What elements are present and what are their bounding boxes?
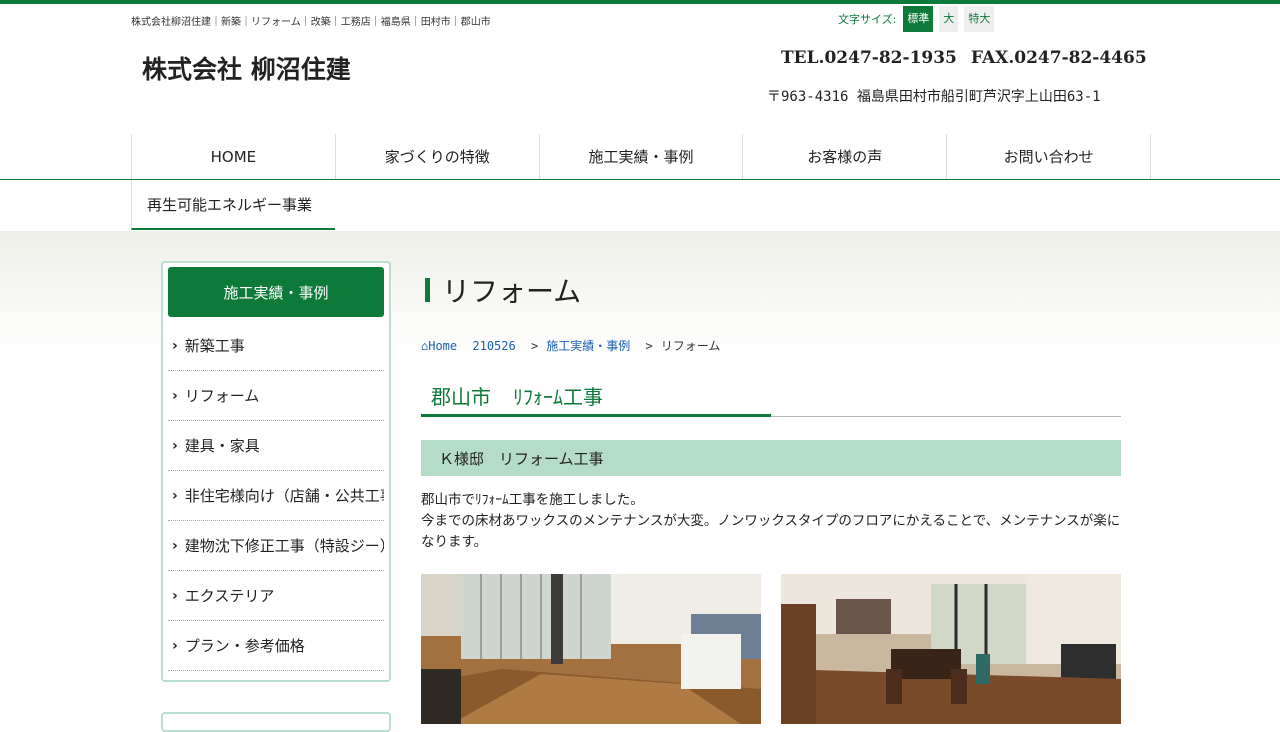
breadcrumb-separator: > bbox=[530, 339, 539, 353]
post-title-work: ﾘﾌｫｰﾑ工事 bbox=[513, 385, 603, 409]
sidebar-item-non-residential[interactable]: › 非住宅様向け（店舗・公共工事） bbox=[168, 471, 384, 521]
sidebar-secondary-box bbox=[161, 712, 391, 732]
sidebar-item-fittings[interactable]: › 建具・家具 bbox=[168, 421, 384, 471]
sidebar-menu: 施工実績・事例 › 新築工事 › リフォーム › 建具・家具 › 非住宅様向け（… bbox=[161, 261, 391, 682]
sidebar-item-label: 建具・家具 bbox=[184, 437, 260, 455]
sidebar-item-subsidence-repair[interactable]: › 建物沈下修正工事（特設ジー） bbox=[168, 521, 384, 571]
breadcrumb: ⌂Home 210526 > 施工実績・事例 > リフォーム bbox=[421, 337, 720, 354]
sidebar-item-label: プラン・参考価格 bbox=[184, 637, 305, 655]
contact-numbers: TEL.0247-82-1935 FAX.0247-82-4465 bbox=[781, 48, 1147, 68]
nav-contact[interactable]: お問い合わせ bbox=[947, 134, 1151, 179]
breadcrumb-current: リフォーム bbox=[660, 339, 721, 353]
sidebar-item-exterior[interactable]: › エクステリア bbox=[168, 571, 384, 621]
font-size-label: 文字サイズ: bbox=[838, 13, 897, 26]
chevron-right-icon: › bbox=[172, 437, 178, 454]
chevron-right-icon: › bbox=[172, 637, 178, 654]
chevron-right-icon: › bbox=[172, 337, 178, 354]
sidebar-item-label: 建物沈下修正工事（特設ジー） bbox=[184, 537, 384, 555]
tel-number: TEL.0247-82-1935 bbox=[781, 48, 957, 68]
after-photo-image bbox=[781, 574, 1121, 724]
nav-home[interactable]: HOME bbox=[132, 134, 336, 179]
sidebar-item-new-construction[interactable]: › 新築工事 bbox=[168, 321, 384, 371]
sidebar-item-label: 非住宅様向け（店舗・公共工事） bbox=[184, 487, 384, 505]
post-title-city: 郡山市 bbox=[431, 385, 491, 409]
nav-renewable-energy[interactable]: 再生可能エネルギー事業 bbox=[131, 180, 335, 230]
company-address: 〒963-4316 福島県田村市船引町芦沢字上山田63-1 bbox=[767, 89, 1101, 105]
body-line: 郡山市でﾘﾌｫｰﾑ工事を施工しました。 bbox=[421, 492, 644, 508]
breadcrumb-category[interactable]: 施工実績・事例 bbox=[546, 339, 630, 353]
sidebar-heading[interactable]: 施工実績・事例 bbox=[168, 267, 384, 317]
breadcrumb-home[interactable]: Home bbox=[428, 339, 457, 353]
sidebar-item-label: エクステリア bbox=[184, 587, 275, 605]
font-size-switcher: 文字サイズ: 標準 大 特大 bbox=[838, 6, 995, 32]
top-accent-bar bbox=[0, 0, 1280, 4]
nav-features[interactable]: 家づくりの特徴 bbox=[336, 134, 540, 179]
before-photo-image bbox=[421, 574, 761, 724]
page-title-text: リフォーム bbox=[442, 275, 582, 308]
before-photo[interactable] bbox=[421, 574, 761, 724]
post-body: 郡山市でﾘﾌｫｰﾑ工事を施工しました。 今までの床材あワックスのメンテナンスが大… bbox=[421, 490, 1121, 553]
case-subheading: Ｋ様邸 リフォーム工事 bbox=[421, 440, 1121, 476]
company-logo[interactable]: 株式会社 柳沼住建 bbox=[142, 50, 351, 86]
font-size-large-button[interactable]: 大 bbox=[939, 6, 959, 32]
site-tagline: 株式会社柳沼住建｜新築｜リフォーム｜改築｜工務店｜福島県｜田村市｜郡山市 bbox=[131, 17, 491, 28]
fax-number: FAX.0247-82-4465 bbox=[970, 48, 1147, 68]
sidebar-item-reform[interactable]: › リフォーム bbox=[168, 371, 384, 421]
after-photo[interactable] bbox=[781, 574, 1121, 724]
chevron-right-icon: › bbox=[172, 537, 178, 554]
font-size-standard-button[interactable]: 標準 bbox=[903, 6, 934, 32]
chevron-right-icon: › bbox=[172, 587, 178, 604]
sidebar-item-label: リフォーム bbox=[184, 387, 260, 405]
nav-works[interactable]: 施工実績・事例 bbox=[540, 134, 744, 179]
sidebar-item-label: 新築工事 bbox=[184, 337, 245, 355]
chevron-right-icon: › bbox=[172, 487, 178, 504]
chevron-right-icon: › bbox=[172, 387, 178, 404]
nav-voices[interactable]: お客様の声 bbox=[743, 134, 948, 179]
title-accent-bar bbox=[425, 278, 430, 302]
body-line: 今までの床材あワックスのメンテナンスが大変。ノンワックスタイプのフロアにかえるこ… bbox=[421, 513, 1121, 550]
breadcrumb-separator: > bbox=[645, 339, 653, 353]
global-nav: HOME 家づくりの特徴 施工実績・事例 お客様の声 お問い合わせ bbox=[131, 134, 1151, 179]
post-title: 郡山市 ﾘﾌｫｰﾑ工事 bbox=[431, 381, 603, 410]
font-size-xlarge-button[interactable]: 特大 bbox=[964, 6, 995, 32]
breadcrumb-post-id[interactable]: 210526 bbox=[472, 339, 515, 353]
post-title-underline bbox=[421, 414, 1121, 417]
page-title: リフォーム bbox=[421, 275, 581, 308]
sidebar-item-plans-prices[interactable]: › プラン・参考価格 bbox=[168, 621, 384, 671]
